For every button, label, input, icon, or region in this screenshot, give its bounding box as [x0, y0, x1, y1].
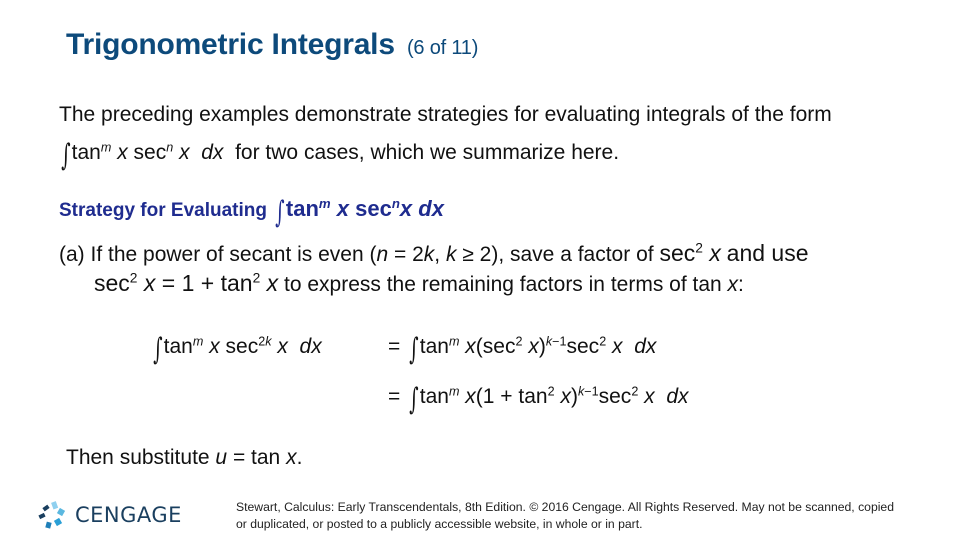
- case-a-line-2: sec2 x = 1 + tan2 x to express the remai…: [94, 270, 744, 297]
- cengage-logo: CENGAGE: [37, 500, 182, 530]
- case-a-text: (a) If the power of secant is even (n = …: [59, 243, 654, 266]
- strategy-heading: Strategy for Evaluating ∫tanm x secnx dx: [59, 195, 444, 230]
- and-use: and use: [726, 240, 809, 266]
- save-factor: sec2 x: [659, 240, 721, 266]
- intro-line-2-suffix: for two cases, which we summarize here.: [235, 141, 620, 164]
- identity: sec2 x = 1 + tan2 x: [94, 270, 279, 296]
- integral-form: ∫tanm x secn x dx: [61, 138, 224, 173]
- equation-step-2: = ∫tanm x(1 + tan2 x)k−1sec2 x dx: [388, 382, 689, 417]
- strategy-integral: ∫tanm x secnx dx: [275, 195, 444, 230]
- equation-lhs: ∫tanm x sec2k x dx: [153, 332, 322, 367]
- equation-step-1: = ∫tanm x(sec2 x)k−1sec2 x dx: [388, 332, 657, 367]
- title-text: Trigonometric Integrals: [66, 28, 395, 61]
- intro-line-1: The preceding examples demonstrate strat…: [59, 103, 832, 126]
- intro-line-2: ∫tanm x secn x dx for two cases, which w…: [58, 138, 619, 173]
- slide-title: Trigonometric Integrals (6 of 11): [66, 28, 478, 62]
- substitute-instruction: Then substitute u = tan x.: [66, 446, 303, 469]
- strategy-label: Strategy for Evaluating: [59, 200, 267, 221]
- copyright-notice: Stewart, Calculus: Early Transcendentals…: [236, 500, 894, 531]
- case-a-line-2-suffix: to express the remaining factors in term…: [284, 273, 744, 296]
- logo-text: CENGAGE: [75, 503, 182, 527]
- page-indicator: (6 of 11): [406, 37, 479, 59]
- case-a-line-1: (a) If the power of secant is even (n = …: [59, 240, 809, 267]
- cengage-logo-icon: [38, 501, 66, 529]
